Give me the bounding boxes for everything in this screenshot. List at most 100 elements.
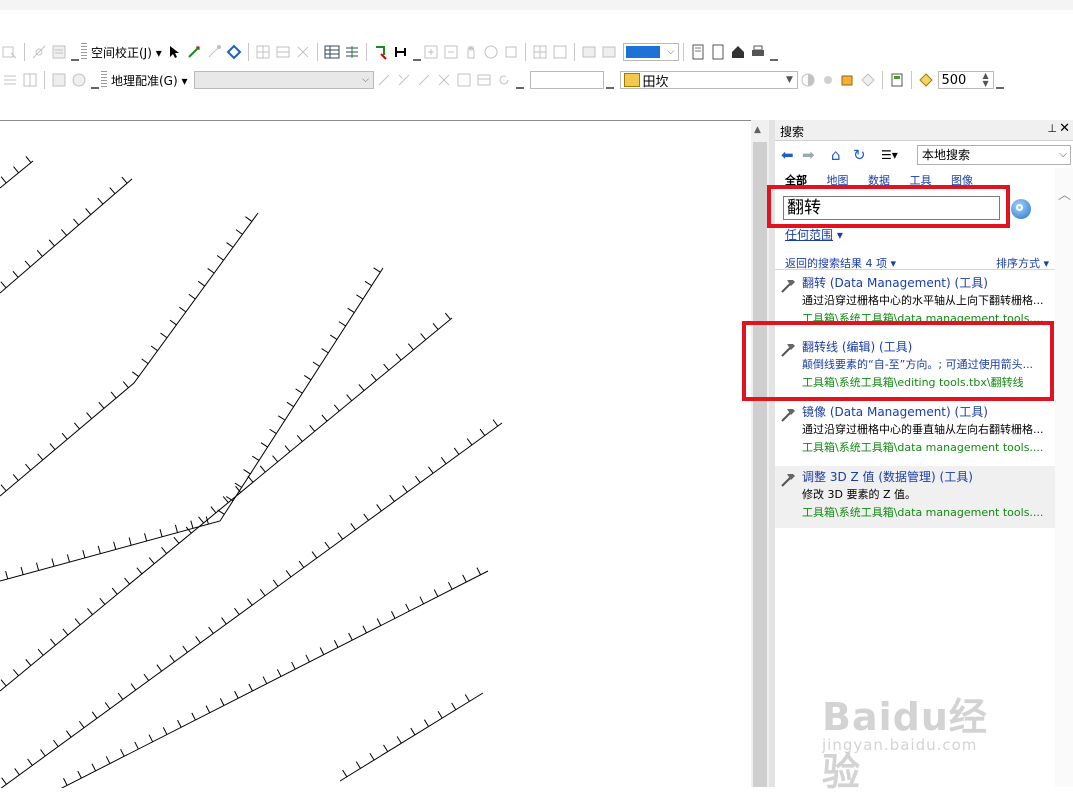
- fixed-zoom-icon[interactable]: [503, 44, 519, 60]
- toolbar-dropdown-icon[interactable]: [412, 43, 421, 61]
- zoom-in-icon[interactable]: [423, 44, 439, 60]
- rotate-raster-icon[interactable]: [496, 72, 512, 88]
- search-input[interactable]: 翻转: [783, 196, 1000, 220]
- search-result-item[interactable]: 翻转线 (编辑) (工具) 颠倒线要素的“自-至”方向。; 可通过使用箭头...…: [775, 336, 1055, 398]
- result-title[interactable]: 调整 3D Z 值 (数据管理) (工具): [802, 468, 973, 485]
- add-control-points-icon[interactable]: [373, 44, 389, 60]
- result-title[interactable]: 翻转线 (编辑) (工具): [802, 338, 912, 355]
- back-extent-icon[interactable]: [581, 44, 597, 60]
- page-layout-icon[interactable]: [690, 44, 706, 60]
- back-arrow-icon[interactable]: ⬅: [781, 146, 794, 164]
- any-scope-dropdown[interactable]: 任何范围 ▾: [785, 226, 843, 243]
- search-nav-bar: ⬅ ➡ ⌂ ↻ ☰▾ 本地搜索 ⌵: [775, 142, 1073, 168]
- zoom-out-icon[interactable]: [443, 44, 459, 60]
- document-icon[interactable]: [710, 44, 726, 60]
- tab-data[interactable]: 数据: [868, 174, 890, 187]
- sort-menu[interactable]: 排序方式 ▾: [996, 255, 1049, 271]
- hachure-tick: [25, 659, 32, 666]
- pin-icon[interactable]: ⊥: [1047, 122, 1057, 135]
- hammer-icon: [781, 474, 795, 487]
- edit-vertices-icon[interactable]: [2, 44, 18, 60]
- result-title[interactable]: 镜像 (Data Management) (工具): [802, 403, 988, 420]
- tab-all[interactable]: 全部: [785, 174, 807, 187]
- color-palette-icon[interactable]: [840, 72, 856, 88]
- zoom-to-link-icon[interactable]: [416, 72, 432, 88]
- result-title[interactable]: 翻转 (Data Management) (工具): [802, 274, 988, 291]
- toolbar-grip[interactable]: [81, 43, 87, 61]
- scroll-up-icon[interactable]: ︿: [1058, 184, 1071, 203]
- identity-link-icon[interactable]: [255, 44, 271, 60]
- spatial-adjust-menu[interactable]: 空间校正(J) ▾: [89, 44, 164, 61]
- transparency-icon[interactable]: [860, 72, 876, 88]
- add-control-points-disabled-icon[interactable]: [376, 72, 392, 88]
- fit-display-icon[interactable]: [51, 72, 67, 88]
- toolbar-dropdown-icon[interactable]: [995, 71, 1004, 89]
- attributes-icon[interactable]: [51, 44, 67, 60]
- print-icon[interactable]: [750, 44, 766, 60]
- map-scrollbar[interactable]: ▲: [751, 120, 769, 787]
- hachure-tick: [1, 777, 7, 785]
- layout-split-icon[interactable]: [22, 72, 38, 88]
- grid-icon[interactable]: [532, 44, 548, 60]
- search-scope-select[interactable]: 本地搜索 ⌵: [917, 145, 1071, 165]
- fit-icon[interactable]: [552, 44, 568, 60]
- tab-tools[interactable]: 工具: [910, 174, 932, 187]
- full-extent-icon[interactable]: [483, 44, 499, 60]
- hachure-tick: [362, 625, 367, 634]
- limit-adjust-icon[interactable]: [275, 44, 291, 60]
- select-arrow-icon[interactable]: [166, 44, 182, 60]
- tab-images[interactable]: 图像: [951, 174, 973, 187]
- forward-arrow-icon[interactable]: ➡: [802, 146, 815, 164]
- new-displacement-link-icon[interactable]: [186, 44, 202, 60]
- layer-combo[interactable]: 田坎 ▼: [619, 71, 798, 90]
- georeferencing-menu[interactable]: 地理配准(G) ▾: [109, 72, 190, 89]
- search-result-item[interactable]: 调整 3D Z 值 (数据管理) (工具) 修改 3D 要素的 Z 值。 工具箱…: [775, 466, 1055, 528]
- toolbar-grip[interactable]: [101, 71, 107, 89]
- brightness-icon[interactable]: [820, 72, 836, 88]
- toolbar-dropdown-icon[interactable]: [91, 71, 99, 89]
- scale-input[interactable]: 500 ▲ ▼: [937, 71, 994, 89]
- spinner-icon[interactable]: ▲ ▼: [979, 72, 993, 88]
- select-link-icon[interactable]: [396, 72, 412, 88]
- preview-window-icon[interactable]: [344, 44, 360, 60]
- multi-link-icon[interactable]: [226, 44, 242, 60]
- clear-links-icon[interactable]: [295, 44, 311, 60]
- viewer-icon[interactable]: [456, 72, 472, 88]
- result-count[interactable]: 返回的搜索结果 4 项 ▾: [785, 255, 896, 271]
- home-icon[interactable]: ⌂: [831, 146, 841, 164]
- map-canvas[interactable]: [0, 120, 751, 790]
- toolbar-dropdown-icon[interactable]: [769, 43, 778, 61]
- tab-maps[interactable]: 地图: [827, 174, 849, 187]
- hachure-tick: [51, 558, 55, 567]
- close-icon[interactable]: ✕: [1059, 121, 1070, 136]
- contrast-icon[interactable]: [800, 72, 816, 88]
- link-table-icon[interactable]: [324, 44, 340, 60]
- split-tool-icon[interactable]: [31, 44, 47, 60]
- search-result-item[interactable]: 镜像 (Data Management) (工具) 通过沿穿过栅格中心的垂直轴从…: [775, 401, 1055, 463]
- rotate-icon[interactable]: [393, 44, 409, 60]
- scale-icon[interactable]: [918, 72, 934, 88]
- calculator-icon[interactable]: [889, 72, 905, 88]
- table-icon[interactable]: [476, 72, 492, 88]
- rotation-input[interactable]: [529, 71, 604, 89]
- forward-extent-icon[interactable]: [601, 44, 617, 60]
- view-options-icon[interactable]: ☰▾: [881, 146, 898, 164]
- search-result-item[interactable]: 翻转 (Data Management) (工具) 通过沿穿过栅格中心的水平轴从…: [775, 272, 1055, 334]
- search-button[interactable]: [1011, 199, 1031, 219]
- modify-link-icon[interactable]: [206, 44, 222, 60]
- toolbar-dropdown-icon[interactable]: [605, 71, 614, 89]
- house-icon[interactable]: [730, 44, 746, 60]
- zoom-percent-combo[interactable]: ⌵: [622, 43, 679, 61]
- toolbar-dropdown-icon[interactable]: [515, 71, 524, 89]
- hachure-tick: [27, 758, 33, 766]
- delete-link-icon[interactable]: [436, 72, 452, 88]
- georef-layer-combo[interactable]: ⌵: [193, 71, 374, 89]
- scroll-up-icon[interactable]: ▲: [754, 125, 761, 135]
- refresh-icon[interactable]: ↻: [853, 146, 866, 164]
- layout-grid-icon[interactable]: [2, 72, 18, 88]
- pan-icon[interactable]: [463, 44, 479, 60]
- globe-icon[interactable]: [71, 72, 87, 88]
- toolbar-dropdown-icon[interactable]: [71, 43, 79, 61]
- results-scrollbar[interactable]: ︿: [1055, 168, 1073, 787]
- scrollbar-thumb[interactable]: [753, 142, 767, 787]
